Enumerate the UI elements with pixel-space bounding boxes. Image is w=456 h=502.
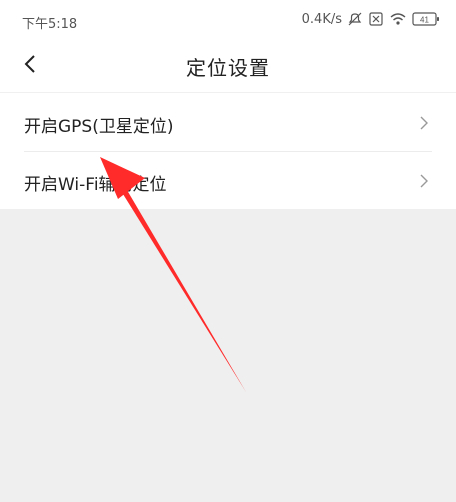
navigation-header: 定位设置	[0, 40, 456, 92]
network-speed: 0.4K/s	[301, 11, 342, 27]
setting-label-gps: 开启GPS(卫星定位)	[24, 117, 174, 137]
settings-list: 开启GPS(卫星定位) 开启Wi-Fi辅助定位	[0, 92, 456, 209]
sim-off-icon	[368, 11, 384, 27]
battery-level: 41	[420, 16, 429, 25]
battery-icon: 41	[412, 11, 440, 27]
page-title: 定位设置	[186, 56, 270, 80]
wifi-icon	[389, 11, 407, 27]
mute-bell-icon	[347, 11, 363, 27]
status-time: 下午5:18	[22, 17, 78, 32]
chevron-right-icon	[420, 115, 428, 130]
setting-item-wifi-location[interactable]: 开启Wi-Fi辅助定位	[0, 151, 456, 209]
chevron-right-icon	[420, 173, 428, 188]
status-icons: 0.4K/s 41	[302, 11, 440, 27]
empty-content-area	[0, 209, 456, 502]
setting-label-wifi-location: 开启Wi-Fi辅助定位	[24, 175, 167, 195]
status-bar: 下午5:18 0.4K/s 41	[0, 0, 456, 40]
setting-item-gps[interactable]: 开启GPS(卫星定位)	[0, 93, 456, 151]
